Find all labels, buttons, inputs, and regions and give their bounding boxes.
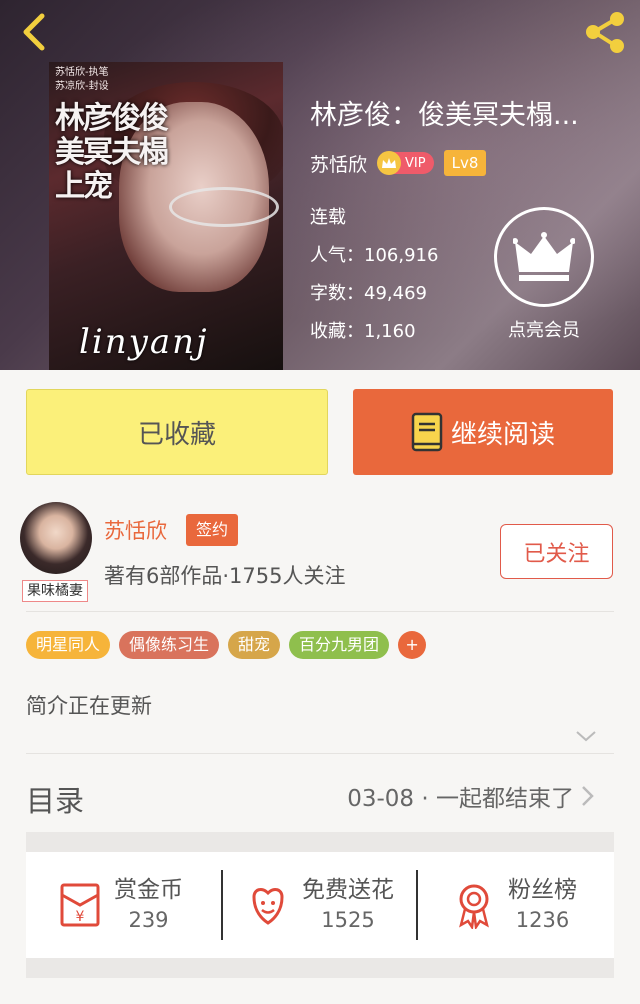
vip-crown-icon xyxy=(377,151,402,175)
book-header: 苏恬欣-执笔 苏凉欣-封设 林彦俊俊美冥夫榻上宠 linyanj 林彦俊：俊美冥… xyxy=(0,0,640,370)
tag-item[interactable]: 甜宠 xyxy=(228,631,281,659)
member-label[interactable]: 点亮会员 xyxy=(486,316,602,342)
book-title: 林彦俊：俊美冥夫榻... xyxy=(310,100,579,131)
divider xyxy=(416,870,418,940)
level-badge: Lv8 xyxy=(443,150,487,176)
tag-item[interactable]: 明星同人 xyxy=(26,631,111,659)
flower-icon xyxy=(252,888,284,925)
chevron-right-icon[interactable] xyxy=(578,783,596,809)
cover-credit-designer: 苏凉欣-封设 xyxy=(55,81,109,92)
coin-reward-count: 239 xyxy=(128,908,169,932)
favorited-button[interactable]: 已收藏 xyxy=(26,389,328,475)
tag-item[interactable]: 偶像练习生 xyxy=(119,631,220,659)
fan-ranking-button[interactable]: 粉丝榜 1236 xyxy=(450,852,577,958)
coin-reward-label: 赏金币 xyxy=(114,877,183,903)
book-intro: 简介正在更新 xyxy=(26,694,152,718)
section-gap xyxy=(26,832,614,852)
share-button[interactable] xyxy=(582,10,628,54)
popularity: 人气：106,916 xyxy=(310,245,439,266)
reward-bar: ¥ 赏金币 239 免费送花 1525 粉丝榜 1236 xyxy=(26,852,614,958)
book-stats: 连载 人气：106,916 字数：49,469 收藏：1,160 xyxy=(310,199,438,351)
cover-signature: linyanj xyxy=(79,322,209,362)
add-tag-button[interactable]: + xyxy=(398,631,427,659)
fan-ranking-count: 1236 xyxy=(515,908,570,932)
fan-ranking-label: 粉丝榜 xyxy=(508,877,577,903)
signed-badge: 签约 xyxy=(186,514,239,546)
author-avatar[interactable] xyxy=(20,502,92,574)
favorites-count: 收藏：1,160 xyxy=(310,321,416,342)
continue-reading-label: 继续阅读 xyxy=(450,419,555,450)
divider xyxy=(221,870,223,940)
avatar-tag: 果味橘妻 xyxy=(22,580,88,602)
crown-icon xyxy=(513,232,575,281)
follow-button[interactable]: 已关注 xyxy=(500,524,613,579)
author-row: 苏恬欣 VIP Lv8 xyxy=(310,148,487,178)
cover-credits: 苏恬欣-执笔 苏凉欣-封设 xyxy=(55,66,109,94)
cover-art-glasses xyxy=(169,187,279,227)
divider xyxy=(26,611,614,612)
cover-credit-writer: 苏恬欣-执笔 xyxy=(55,67,109,78)
share-icon xyxy=(586,12,624,53)
member-button[interactable] xyxy=(494,207,594,307)
back-button[interactable] xyxy=(14,10,54,54)
chevron-down-icon[interactable] xyxy=(574,728,598,744)
section-gap xyxy=(26,958,614,978)
chevron-left-icon xyxy=(23,13,45,51)
send-flower-button[interactable]: 免费送花 1525 xyxy=(244,852,394,958)
vip-label: VIP xyxy=(405,155,426,171)
book-cover[interactable]: 苏恬欣-执笔 苏凉欣-封设 林彦俊俊美冥夫榻上宠 linyanj xyxy=(49,62,283,370)
tag-list: 明星同人 偶像练习生 甜宠 百分九男团 + xyxy=(26,631,427,659)
serial-status: 连载 xyxy=(310,207,346,228)
latest-chapter[interactable]: 03-08 · 一起都结束了 xyxy=(347,779,574,813)
cover-title-art: 林彦俊俊美冥夫榻上宠 xyxy=(55,101,169,204)
svg-text:¥: ¥ xyxy=(76,909,85,925)
vip-badge: VIP xyxy=(377,151,434,175)
book-icon xyxy=(411,412,443,452)
author-meta: 著有6部作品·1755人关注 xyxy=(104,564,346,588)
divider xyxy=(26,753,614,754)
continue-reading-button[interactable]: 继续阅读 xyxy=(353,389,613,475)
medal-icon xyxy=(459,884,489,929)
red-envelope-icon: ¥ xyxy=(60,883,100,927)
author-name[interactable]: 苏恬欣 xyxy=(104,515,167,545)
toc-label[interactable]: 目录 xyxy=(26,778,84,820)
coin-reward-button[interactable]: ¥ 赏金币 239 xyxy=(56,852,183,958)
word-count: 字数：49,469 xyxy=(310,283,427,304)
author-name-header[interactable]: 苏恬欣 xyxy=(310,150,367,177)
tag-item[interactable]: 百分九男团 xyxy=(289,631,390,659)
send-flower-count: 1525 xyxy=(321,908,375,932)
send-flower-label: 免费送花 xyxy=(302,877,394,903)
